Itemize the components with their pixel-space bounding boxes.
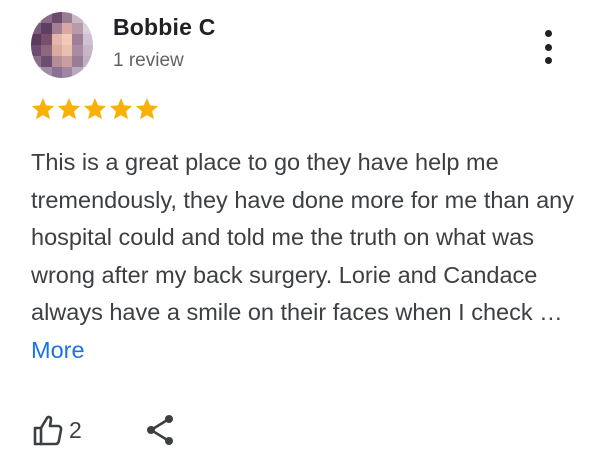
star-icon — [57, 97, 81, 120]
avatar-pixel — [61, 67, 73, 78]
avatar-pixel — [31, 56, 42, 67]
star-icon — [109, 97, 133, 120]
more-options-button[interactable] — [534, 28, 562, 66]
more-link[interactable]: More — [31, 337, 85, 363]
reviewer-name[interactable]: Bobbie C — [113, 14, 216, 41]
avatar-pixel — [82, 45, 93, 56]
star-rating — [30, 96, 160, 122]
avatar-pixel — [41, 56, 52, 67]
avatar-pixel — [31, 67, 42, 78]
avatar-pixel — [72, 67, 83, 78]
share-icon — [146, 415, 173, 445]
avatar[interactable] — [31, 12, 93, 78]
avatar-pixel — [31, 34, 42, 45]
avatar-pixel — [72, 12, 83, 23]
star-icon — [135, 97, 159, 120]
avatar-pixel — [72, 45, 83, 56]
thumbs-up-icon — [33, 415, 63, 446]
avatar-pixel — [31, 12, 42, 23]
review-body: This is a great place to go they have he… — [31, 144, 576, 369]
avatar-pixel — [82, 67, 93, 78]
like-count: 2 — [69, 416, 82, 443]
avatar-pixel — [72, 56, 83, 67]
review-count: 1 review — [113, 50, 184, 71]
star-icon — [83, 97, 107, 120]
avatar-pixel — [82, 12, 93, 23]
avatar-pixel — [61, 12, 73, 23]
avatar-pixel — [41, 23, 52, 34]
more-vertical-icon — [544, 30, 552, 37]
avatar-pixel — [61, 23, 73, 34]
avatar-pixel — [51, 34, 62, 45]
avatar-pixel — [72, 23, 83, 34]
avatar-pixel — [31, 23, 42, 34]
star-icon — [31, 97, 55, 120]
avatar-pixel — [82, 56, 93, 67]
more-vertical-icon-dot — [544, 43, 552, 51]
avatar-pixel — [51, 45, 62, 56]
share-button[interactable] — [145, 414, 175, 446]
like-button[interactable]: 2 — [33, 414, 82, 446]
avatar-pixel — [51, 12, 62, 23]
review-actions: 2 — [33, 414, 175, 446]
avatar-pixel — [82, 23, 93, 34]
avatar-pixel — [61, 56, 73, 67]
avatar-pixel — [41, 34, 52, 45]
avatar-pixel — [61, 34, 73, 45]
more-vertical-icon-dot — [544, 57, 552, 64]
avatar-pixel — [41, 67, 52, 78]
avatar-pixel — [31, 45, 42, 56]
avatar-pixel — [51, 23, 62, 34]
avatar-pixel — [51, 67, 62, 78]
avatar-pixel — [72, 34, 83, 45]
avatar-pixel — [61, 45, 73, 56]
avatar-pixel — [41, 12, 52, 23]
avatar-pixel — [51, 56, 62, 67]
avatar-pixel — [41, 45, 52, 56]
review-text: This is a great place to go they have he… — [31, 149, 574, 325]
avatar-pixel — [82, 34, 93, 45]
